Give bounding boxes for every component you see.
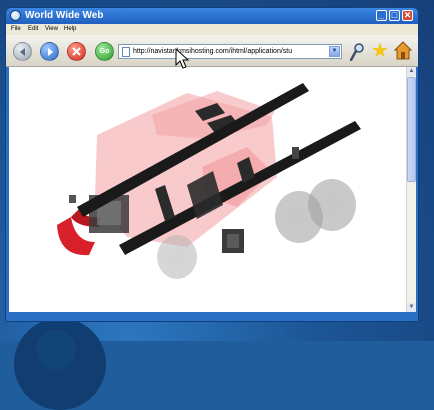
minimize-button[interactable]: _	[376, 10, 387, 21]
toolbar: Go http://navistar.kmsihosting.com/ihtml…	[6, 35, 418, 67]
stop-button[interactable]	[67, 42, 86, 61]
menu-bar: File Edit View Help	[6, 24, 418, 35]
menu-edit[interactable]: Edit	[28, 25, 38, 34]
scroll-thumb[interactable]	[407, 77, 416, 182]
stop-x-icon	[72, 47, 81, 56]
window-title: World Wide Web	[25, 10, 104, 21]
desktop-decoration-inner	[36, 330, 76, 370]
page-icon	[122, 47, 130, 57]
address-input[interactable]: http://navistar.kmsihosting.com/ihtml/ap…	[133, 46, 325, 58]
address-bar[interactable]: http://navistar.kmsihosting.com/ihtml/ap…	[118, 44, 342, 59]
close-button[interactable]: ✕	[402, 10, 413, 21]
maximize-button[interactable]: □	[389, 10, 400, 21]
home-icon[interactable]	[394, 41, 412, 60]
back-button[interactable]	[13, 42, 32, 61]
scroll-up-arrow-icon[interactable]: ▲	[407, 67, 416, 76]
menu-file[interactable]: File	[11, 25, 21, 34]
menu-help[interactable]: Help	[64, 25, 76, 34]
forward-button[interactable]	[40, 42, 59, 61]
globe-icon	[10, 10, 21, 21]
go-button[interactable]: Go	[95, 42, 114, 61]
browser-window: World Wide Web _ □ ✕ File Edit View Help…	[5, 7, 419, 322]
truck-chassis-image	[57, 83, 361, 279]
forward-arrow-icon	[47, 47, 53, 56]
mouse-cursor-icon	[175, 48, 190, 69]
title-bar[interactable]: World Wide Web _ □ ✕	[6, 8, 418, 24]
back-arrow-icon	[19, 47, 25, 56]
page-content	[9, 67, 406, 312]
magnifier-icon[interactable]	[350, 43, 364, 61]
vertical-scrollbar[interactable]: ▲ ▼	[406, 67, 416, 312]
scroll-down-arrow-icon[interactable]: ▼	[407, 303, 416, 312]
chevron-down-icon: ▼	[331, 48, 338, 54]
address-dropdown-button[interactable]: ▼	[329, 46, 340, 57]
favorites-star-icon[interactable]: ★	[371, 41, 389, 61]
menu-view[interactable]: View	[45, 25, 58, 34]
